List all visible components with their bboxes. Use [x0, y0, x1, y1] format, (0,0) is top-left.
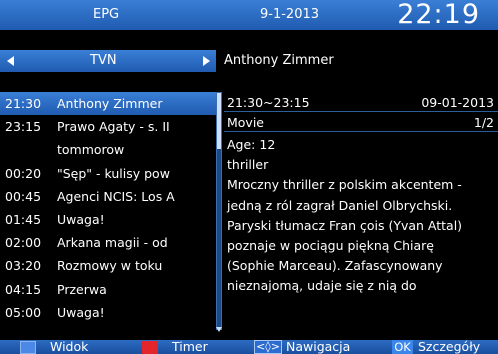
timer-label: Timer [172, 339, 208, 354]
scrollbar-thumb[interactable] [217, 93, 221, 149]
program-row[interactable]: 23:15 Prawo Agaty - s. II [0, 115, 216, 138]
scroll-down-icon[interactable] [216, 327, 222, 332]
description-line: Mroczny thriller z polskim akcentem - [227, 177, 462, 193]
program-time: 23:15 [5, 119, 42, 135]
ok-key-icon: OK [392, 340, 413, 354]
program-title: Rozmowy w toku [57, 258, 163, 274]
selected-program-title: Anthony Zimmer [224, 53, 334, 68]
page-indicator: 1/2 [473, 115, 494, 130]
program-row[interactable]: 00:45 Agenci NCIS: Los A [0, 185, 216, 208]
program-title: Arkana magii - od [57, 235, 168, 251]
air-date: 09-01-2013 [421, 95, 494, 110]
genre: thriller [227, 157, 269, 173]
program-row[interactable]: 01:45 Uwaga! [0, 208, 216, 231]
category: Movie [227, 115, 264, 130]
description-line: (Sophie Marceau). Zafascynowany [227, 258, 443, 274]
program-details: 21:30~23:15 09-01-2013 Movie 1/2 Age: 12… [224, 92, 498, 297]
date-display: 9-1-2013 [260, 7, 320, 22]
arrow-left-icon[interactable] [7, 56, 14, 66]
program-time: 02:00 [5, 235, 42, 251]
program-title: "Sęp" - kulisy pow [57, 165, 170, 181]
arrow-right-icon[interactable] [203, 56, 210, 66]
program-time: 00:20 [5, 165, 42, 181]
program-row[interactable]: tommorow [0, 138, 216, 161]
description-line: Paryski tłumacz Fran çois (Yvan Attal) [227, 217, 463, 233]
program-time: 04:15 [5, 281, 42, 297]
program-time: 03:20 [5, 258, 42, 274]
program-title: Agenci NCIS: Los A [57, 188, 175, 204]
navigation-key-icon: <◊> [254, 340, 282, 354]
time-range: 21:30~23:15 [227, 95, 310, 110]
description-block: Age: 12 thriller Mroczny thriller z pols… [224, 132, 498, 297]
clock: 22:19 [397, 0, 480, 30]
view-label: Widok [50, 339, 89, 354]
age-rating: Age: 12 [227, 137, 276, 152]
program-title: Prawo Agaty - s. II [57, 119, 170, 135]
program-title: Uwaga! [57, 304, 105, 320]
program-list: 21:30 Anthony Zimmer 23:15 Prawo Agaty -… [0, 92, 216, 324]
program-title: Uwaga! [57, 211, 105, 227]
description-line: poznaje w pociągu piękną Chiarę [227, 238, 434, 254]
program-time: 05:00 [5, 304, 42, 320]
program-time: 00:45 [5, 188, 42, 204]
program-list-scrollbar[interactable] [216, 92, 222, 332]
red-key-icon [142, 341, 158, 354]
program-row[interactable]: 02:00 Arkana magii - od [0, 231, 216, 254]
program-row[interactable]: 21:30 Anthony Zimmer [0, 92, 216, 116]
page-title: EPG [93, 7, 120, 22]
detail-time-row: 21:30~23:15 09-01-2013 [224, 92, 498, 112]
detail-category-row: Movie 1/2 [224, 112, 498, 132]
header-bar: EPG 9-1-2013 22:19 [0, 0, 498, 30]
description-line: jedną z ról zagrał Daniel Olbrychski. [227, 197, 453, 213]
program-title: Anthony Zimmer [57, 96, 163, 111]
blue-key-icon [20, 341, 36, 354]
program-row[interactable]: 00:20 "Sęp" - kulisy pow [0, 162, 216, 185]
program-time: 21:30 [5, 96, 42, 111]
program-title: tommorow [57, 142, 125, 158]
details-label: Szczegóły [418, 339, 481, 354]
channel-name: TVN [90, 53, 117, 68]
program-row[interactable]: 03:20 Rozmowy w toku [0, 254, 216, 277]
program-time: 01:45 [5, 211, 42, 227]
program-row[interactable]: 05:00 Uwaga! [0, 301, 216, 324]
program-row[interactable]: 04:15 Przerwa [0, 278, 216, 301]
navigation-label: Nawigacja [286, 339, 351, 354]
channel-selector[interactable]: TVN [0, 50, 216, 72]
description-line: nieznajomą, udaje się z nią do [227, 278, 417, 294]
footer-bar: Widok Timer <◊> Nawigacja OK Szczegóły [0, 340, 498, 354]
program-title: Przerwa [57, 281, 107, 297]
